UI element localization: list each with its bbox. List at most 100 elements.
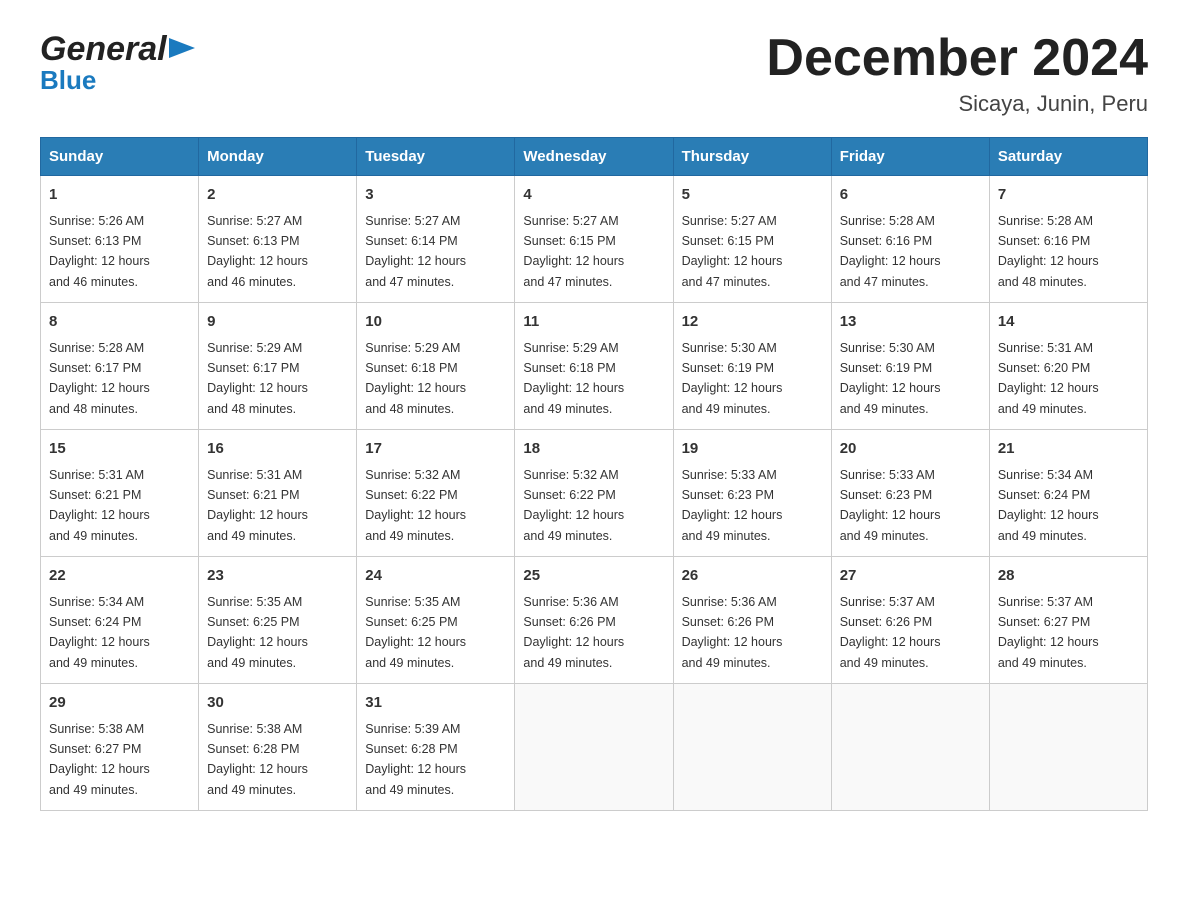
day-info: Sunrise: 5:32 AMSunset: 6:22 PMDaylight:… bbox=[523, 468, 624, 543]
day-info: Sunrise: 5:27 AMSunset: 6:15 PMDaylight:… bbox=[523, 214, 624, 289]
table-row: 25 Sunrise: 5:36 AMSunset: 6:26 PMDaylig… bbox=[515, 557, 673, 684]
calendar-table: Sunday Monday Tuesday Wednesday Thursday… bbox=[40, 137, 1148, 811]
page-header: General Blue December 2024 Sicaya, Junin… bbox=[40, 30, 1148, 117]
table-row: 27 Sunrise: 5:37 AMSunset: 6:26 PMDaylig… bbox=[831, 557, 989, 684]
table-row: 14 Sunrise: 5:31 AMSunset: 6:20 PMDaylig… bbox=[989, 303, 1147, 430]
day-info: Sunrise: 5:35 AMSunset: 6:25 PMDaylight:… bbox=[365, 595, 466, 670]
day-number: 15 bbox=[49, 438, 190, 461]
col-monday: Monday bbox=[199, 138, 357, 176]
col-thursday: Thursday bbox=[673, 138, 831, 176]
day-info: Sunrise: 5:28 AMSunset: 6:17 PMDaylight:… bbox=[49, 341, 150, 416]
table-row: 28 Sunrise: 5:37 AMSunset: 6:27 PMDaylig… bbox=[989, 557, 1147, 684]
day-number: 19 bbox=[682, 438, 823, 461]
day-number: 9 bbox=[207, 311, 348, 334]
table-row: 21 Sunrise: 5:34 AMSunset: 6:24 PMDaylig… bbox=[989, 430, 1147, 557]
day-number: 22 bbox=[49, 565, 190, 588]
day-number: 4 bbox=[523, 184, 664, 207]
day-info: Sunrise: 5:39 AMSunset: 6:28 PMDaylight:… bbox=[365, 722, 466, 797]
day-number: 12 bbox=[682, 311, 823, 334]
day-info: Sunrise: 5:37 AMSunset: 6:26 PMDaylight:… bbox=[840, 595, 941, 670]
day-info: Sunrise: 5:29 AMSunset: 6:18 PMDaylight:… bbox=[523, 341, 624, 416]
day-info: Sunrise: 5:26 AMSunset: 6:13 PMDaylight:… bbox=[49, 214, 150, 289]
day-number: 25 bbox=[523, 565, 664, 588]
table-row: 11 Sunrise: 5:29 AMSunset: 6:18 PMDaylig… bbox=[515, 303, 673, 430]
table-row: 15 Sunrise: 5:31 AMSunset: 6:21 PMDaylig… bbox=[41, 430, 199, 557]
table-row: 20 Sunrise: 5:33 AMSunset: 6:23 PMDaylig… bbox=[831, 430, 989, 557]
day-info: Sunrise: 5:35 AMSunset: 6:25 PMDaylight:… bbox=[207, 595, 308, 670]
table-row bbox=[673, 684, 831, 811]
calendar-week-row: 22 Sunrise: 5:34 AMSunset: 6:24 PMDaylig… bbox=[41, 557, 1148, 684]
calendar-week-row: 15 Sunrise: 5:31 AMSunset: 6:21 PMDaylig… bbox=[41, 430, 1148, 557]
day-info: Sunrise: 5:36 AMSunset: 6:26 PMDaylight:… bbox=[523, 595, 624, 670]
day-info: Sunrise: 5:28 AMSunset: 6:16 PMDaylight:… bbox=[998, 214, 1099, 289]
calendar-header-row: Sunday Monday Tuesday Wednesday Thursday… bbox=[41, 138, 1148, 176]
day-info: Sunrise: 5:38 AMSunset: 6:28 PMDaylight:… bbox=[207, 722, 308, 797]
day-number: 18 bbox=[523, 438, 664, 461]
day-number: 21 bbox=[998, 438, 1139, 461]
table-row: 6 Sunrise: 5:28 AMSunset: 6:16 PMDayligh… bbox=[831, 176, 989, 303]
day-info: Sunrise: 5:38 AMSunset: 6:27 PMDaylight:… bbox=[49, 722, 150, 797]
day-info: Sunrise: 5:32 AMSunset: 6:22 PMDaylight:… bbox=[365, 468, 466, 543]
day-info: Sunrise: 5:30 AMSunset: 6:19 PMDaylight:… bbox=[682, 341, 783, 416]
table-row: 26 Sunrise: 5:36 AMSunset: 6:26 PMDaylig… bbox=[673, 557, 831, 684]
day-info: Sunrise: 5:36 AMSunset: 6:26 PMDaylight:… bbox=[682, 595, 783, 670]
day-info: Sunrise: 5:33 AMSunset: 6:23 PMDaylight:… bbox=[682, 468, 783, 543]
calendar-week-row: 29 Sunrise: 5:38 AMSunset: 6:27 PMDaylig… bbox=[41, 684, 1148, 811]
day-number: 10 bbox=[365, 311, 506, 334]
day-info: Sunrise: 5:29 AMSunset: 6:18 PMDaylight:… bbox=[365, 341, 466, 416]
logo-general: General bbox=[40, 30, 167, 69]
table-row bbox=[515, 684, 673, 811]
table-row: 7 Sunrise: 5:28 AMSunset: 6:16 PMDayligh… bbox=[989, 176, 1147, 303]
day-number: 27 bbox=[840, 565, 981, 588]
table-row: 3 Sunrise: 5:27 AMSunset: 6:14 PMDayligh… bbox=[357, 176, 515, 303]
day-number: 11 bbox=[523, 311, 664, 334]
day-number: 20 bbox=[840, 438, 981, 461]
day-number: 13 bbox=[840, 311, 981, 334]
table-row: 8 Sunrise: 5:28 AMSunset: 6:17 PMDayligh… bbox=[41, 303, 199, 430]
col-friday: Friday bbox=[831, 138, 989, 176]
table-row: 5 Sunrise: 5:27 AMSunset: 6:15 PMDayligh… bbox=[673, 176, 831, 303]
table-row: 1 Sunrise: 5:26 AMSunset: 6:13 PMDayligh… bbox=[41, 176, 199, 303]
day-info: Sunrise: 5:31 AMSunset: 6:21 PMDaylight:… bbox=[49, 468, 150, 543]
table-row bbox=[831, 684, 989, 811]
day-info: Sunrise: 5:31 AMSunset: 6:21 PMDaylight:… bbox=[207, 468, 308, 543]
table-row: 23 Sunrise: 5:35 AMSunset: 6:25 PMDaylig… bbox=[199, 557, 357, 684]
col-tuesday: Tuesday bbox=[357, 138, 515, 176]
day-info: Sunrise: 5:30 AMSunset: 6:19 PMDaylight:… bbox=[840, 341, 941, 416]
day-info: Sunrise: 5:34 AMSunset: 6:24 PMDaylight:… bbox=[998, 468, 1099, 543]
day-number: 14 bbox=[998, 311, 1139, 334]
table-row: 13 Sunrise: 5:30 AMSunset: 6:19 PMDaylig… bbox=[831, 303, 989, 430]
day-number: 5 bbox=[682, 184, 823, 207]
day-number: 2 bbox=[207, 184, 348, 207]
calendar-week-row: 8 Sunrise: 5:28 AMSunset: 6:17 PMDayligh… bbox=[41, 303, 1148, 430]
day-info: Sunrise: 5:27 AMSunset: 6:14 PMDaylight:… bbox=[365, 214, 466, 289]
table-row: 22 Sunrise: 5:34 AMSunset: 6:24 PMDaylig… bbox=[41, 557, 199, 684]
table-row: 16 Sunrise: 5:31 AMSunset: 6:21 PMDaylig… bbox=[199, 430, 357, 557]
day-number: 30 bbox=[207, 692, 348, 715]
day-number: 3 bbox=[365, 184, 506, 207]
day-number: 24 bbox=[365, 565, 506, 588]
day-number: 26 bbox=[682, 565, 823, 588]
month-year-title: December 2024 bbox=[766, 30, 1148, 87]
day-number: 29 bbox=[49, 692, 190, 715]
day-info: Sunrise: 5:37 AMSunset: 6:27 PMDaylight:… bbox=[998, 595, 1099, 670]
day-number: 17 bbox=[365, 438, 506, 461]
day-info: Sunrise: 5:28 AMSunset: 6:16 PMDaylight:… bbox=[840, 214, 941, 289]
location-subtitle: Sicaya, Junin, Peru bbox=[766, 91, 1148, 117]
col-wednesday: Wednesday bbox=[515, 138, 673, 176]
table-row: 10 Sunrise: 5:29 AMSunset: 6:18 PMDaylig… bbox=[357, 303, 515, 430]
table-row bbox=[989, 684, 1147, 811]
day-number: 8 bbox=[49, 311, 190, 334]
day-info: Sunrise: 5:27 AMSunset: 6:15 PMDaylight:… bbox=[682, 214, 783, 289]
col-sunday: Sunday bbox=[41, 138, 199, 176]
table-row: 29 Sunrise: 5:38 AMSunset: 6:27 PMDaylig… bbox=[41, 684, 199, 811]
day-info: Sunrise: 5:31 AMSunset: 6:20 PMDaylight:… bbox=[998, 341, 1099, 416]
day-number: 31 bbox=[365, 692, 506, 715]
logo-arrow-icon bbox=[169, 34, 195, 62]
logo: General Blue bbox=[40, 30, 195, 96]
table-row: 2 Sunrise: 5:27 AMSunset: 6:13 PMDayligh… bbox=[199, 176, 357, 303]
col-saturday: Saturday bbox=[989, 138, 1147, 176]
logo-blue: Blue bbox=[40, 65, 195, 96]
table-row: 31 Sunrise: 5:39 AMSunset: 6:28 PMDaylig… bbox=[357, 684, 515, 811]
day-info: Sunrise: 5:34 AMSunset: 6:24 PMDaylight:… bbox=[49, 595, 150, 670]
